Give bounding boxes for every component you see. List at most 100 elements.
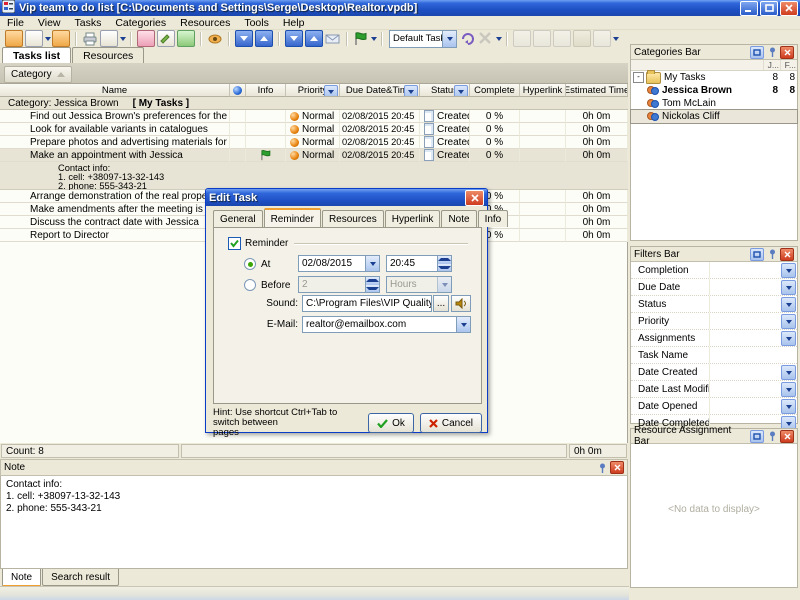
table-row[interactable]: Prepare photos and advertising materials… xyxy=(0,136,628,149)
at-date-dropdown-icon[interactable] xyxy=(365,256,379,271)
restore-button[interactable] xyxy=(760,1,778,16)
column-header-hyperlink[interactable]: Hyperlink xyxy=(520,84,566,97)
date-last-modified-dropdown-icon[interactable] xyxy=(781,382,796,397)
column-header-status[interactable]: Status xyxy=(420,84,470,97)
refresh-view-icon[interactable] xyxy=(460,31,476,46)
date-opened-dropdown-icon[interactable] xyxy=(781,399,796,414)
note-close-icon[interactable] xyxy=(610,461,624,474)
clear-view-icon[interactable] xyxy=(478,31,494,46)
resource-close-icon[interactable] xyxy=(780,430,794,443)
at-date-combo[interactable]: 02/08/2015 xyxy=(298,255,380,272)
column-header-priority[interactable]: Priority xyxy=(286,84,340,97)
priority-dropdown-icon[interactable] xyxy=(781,314,796,329)
expand-all-icon[interactable] xyxy=(285,30,303,47)
menu-item-tools[interactable]: Tools xyxy=(237,17,276,29)
note-panel-content[interactable]: Contact info: 1. cell: +38097-13-32-143 … xyxy=(0,476,628,569)
at-radio[interactable] xyxy=(244,258,256,270)
unassign-resource-icon[interactable] xyxy=(533,30,551,47)
tree-item-jessica-brown[interactable]: Jessica Brown 8 8 xyxy=(631,84,797,97)
view-overflow-icon[interactable] xyxy=(495,31,502,46)
table-row-selected[interactable]: Make an appointment with Jessica Normal … xyxy=(0,149,628,162)
tab-note[interactable]: Note xyxy=(2,569,41,587)
print-overflow-icon[interactable] xyxy=(119,31,126,46)
print-preview-icon[interactable] xyxy=(100,30,118,47)
resource-list-icon[interactable] xyxy=(553,30,571,47)
filters-close-icon[interactable] xyxy=(780,248,794,261)
column-header-due[interactable]: Due Date&Time xyxy=(340,84,420,97)
new-item-icon[interactable] xyxy=(25,30,43,47)
tab-note[interactable]: Note xyxy=(441,210,476,227)
table-row[interactable]: Look for available variants in catalogue… xyxy=(0,123,628,136)
sound-browse-button[interactable]: ... xyxy=(433,295,449,312)
assign-resource-icon[interactable] xyxy=(513,30,531,47)
category-sort-button[interactable]: Category xyxy=(4,66,72,83)
menu-item-resources[interactable]: Resources xyxy=(173,17,237,29)
column-header-complete[interactable]: Complete xyxy=(470,84,520,97)
flag-dropdown-icon[interactable] xyxy=(370,31,377,46)
tab-info[interactable]: Info xyxy=(478,210,509,227)
flag-icon[interactable] xyxy=(353,31,369,46)
share-icon[interactable] xyxy=(573,30,591,47)
complete-task-icon[interactable] xyxy=(177,30,195,47)
new-list-icon[interactable] xyxy=(5,30,23,47)
status-dropdown-icon[interactable] xyxy=(781,297,796,312)
column-header-priority-ball[interactable] xyxy=(230,84,246,97)
menu-item-help[interactable]: Help xyxy=(276,17,312,29)
collapse-minus-icon[interactable]: - xyxy=(633,72,644,83)
email-dropdown-icon[interactable] xyxy=(456,317,470,332)
minimize-button[interactable] xyxy=(740,1,758,16)
move-down-icon[interactable] xyxy=(235,30,253,47)
move-up-icon[interactable] xyxy=(255,30,273,47)
tab-resources[interactable]: Resources xyxy=(322,210,384,227)
categories-close-icon[interactable] xyxy=(780,46,794,59)
menu-item-categories[interactable]: Categories xyxy=(108,17,173,29)
column-header-name[interactable]: Name xyxy=(0,84,230,97)
dialog-close-button[interactable] xyxy=(465,190,484,206)
task-view-dropdown-icon[interactable] xyxy=(442,31,456,47)
tree-item-my-tasks[interactable]: - My Tasks 8 8 xyxy=(631,71,797,84)
print-icon[interactable] xyxy=(82,31,98,46)
duplicate-icon[interactable] xyxy=(52,30,70,47)
resource-maximize-icon[interactable] xyxy=(750,430,764,443)
completion-dropdown-icon[interactable] xyxy=(781,263,796,278)
table-row[interactable]: Find out Jessica Brown's preferences for… xyxy=(0,110,628,123)
view-task-icon[interactable] xyxy=(207,31,223,46)
email-combo[interactable]: realtor@emailbox.com xyxy=(302,316,471,333)
tab-hyperlink[interactable]: Hyperlink xyxy=(385,210,441,227)
sound-play-button[interactable] xyxy=(451,295,471,312)
cancel-button[interactable]: Cancel xyxy=(420,413,482,433)
resource-pin-icon[interactable] xyxy=(766,431,778,442)
assignments-dropdown-icon[interactable] xyxy=(781,331,796,346)
tab-resources[interactable]: Resources xyxy=(72,47,144,64)
close-button[interactable] xyxy=(780,1,798,16)
task-view-combo[interactable]: Default Task V xyxy=(389,30,457,48)
due-date-dropdown-icon[interactable] xyxy=(781,280,796,295)
tree-item-nickolas-cliff[interactable]: Nickolas Cliff xyxy=(631,110,797,123)
tree-item-tom-mclain[interactable]: Tom McLain xyxy=(631,97,797,110)
categories-pin-icon[interactable] xyxy=(766,47,778,58)
time-up-icon[interactable] xyxy=(438,256,451,264)
at-time-spinner[interactable]: 20:45 xyxy=(386,255,452,272)
ok-button[interactable]: Ok xyxy=(368,413,414,433)
tab-search-result[interactable]: Search result xyxy=(42,569,119,586)
priority-filter-icon[interactable] xyxy=(324,85,338,97)
collapse-all-icon[interactable] xyxy=(305,30,323,47)
new-item-dropdown-icon[interactable] xyxy=(44,31,51,46)
filters-pin-icon[interactable] xyxy=(766,249,778,260)
permissions-icon[interactable] xyxy=(593,30,611,47)
due-filter-icon[interactable] xyxy=(404,85,418,97)
tab-general[interactable]: General xyxy=(213,210,263,227)
category-group-row[interactable]: Category: Jessica Brown [ My Tasks ] xyxy=(0,97,628,110)
reminder-checkbox[interactable] xyxy=(228,237,241,250)
add-task-icon[interactable] xyxy=(137,30,155,47)
sound-input[interactable]: C:\Program Files\VIP Quality Software\VI… xyxy=(302,295,432,312)
menu-item-file[interactable]: File xyxy=(0,17,31,29)
categories-maximize-icon[interactable] xyxy=(750,46,764,59)
menu-item-view[interactable]: View xyxy=(31,17,68,29)
edit-task-icon[interactable] xyxy=(157,30,175,47)
column-header-estimated[interactable]: Estimated Time xyxy=(566,84,628,97)
status-filter-icon[interactable] xyxy=(454,85,468,97)
send-email-icon[interactable] xyxy=(325,31,341,46)
menu-item-tasks[interactable]: Tasks xyxy=(68,17,109,29)
before-radio[interactable] xyxy=(244,279,256,291)
